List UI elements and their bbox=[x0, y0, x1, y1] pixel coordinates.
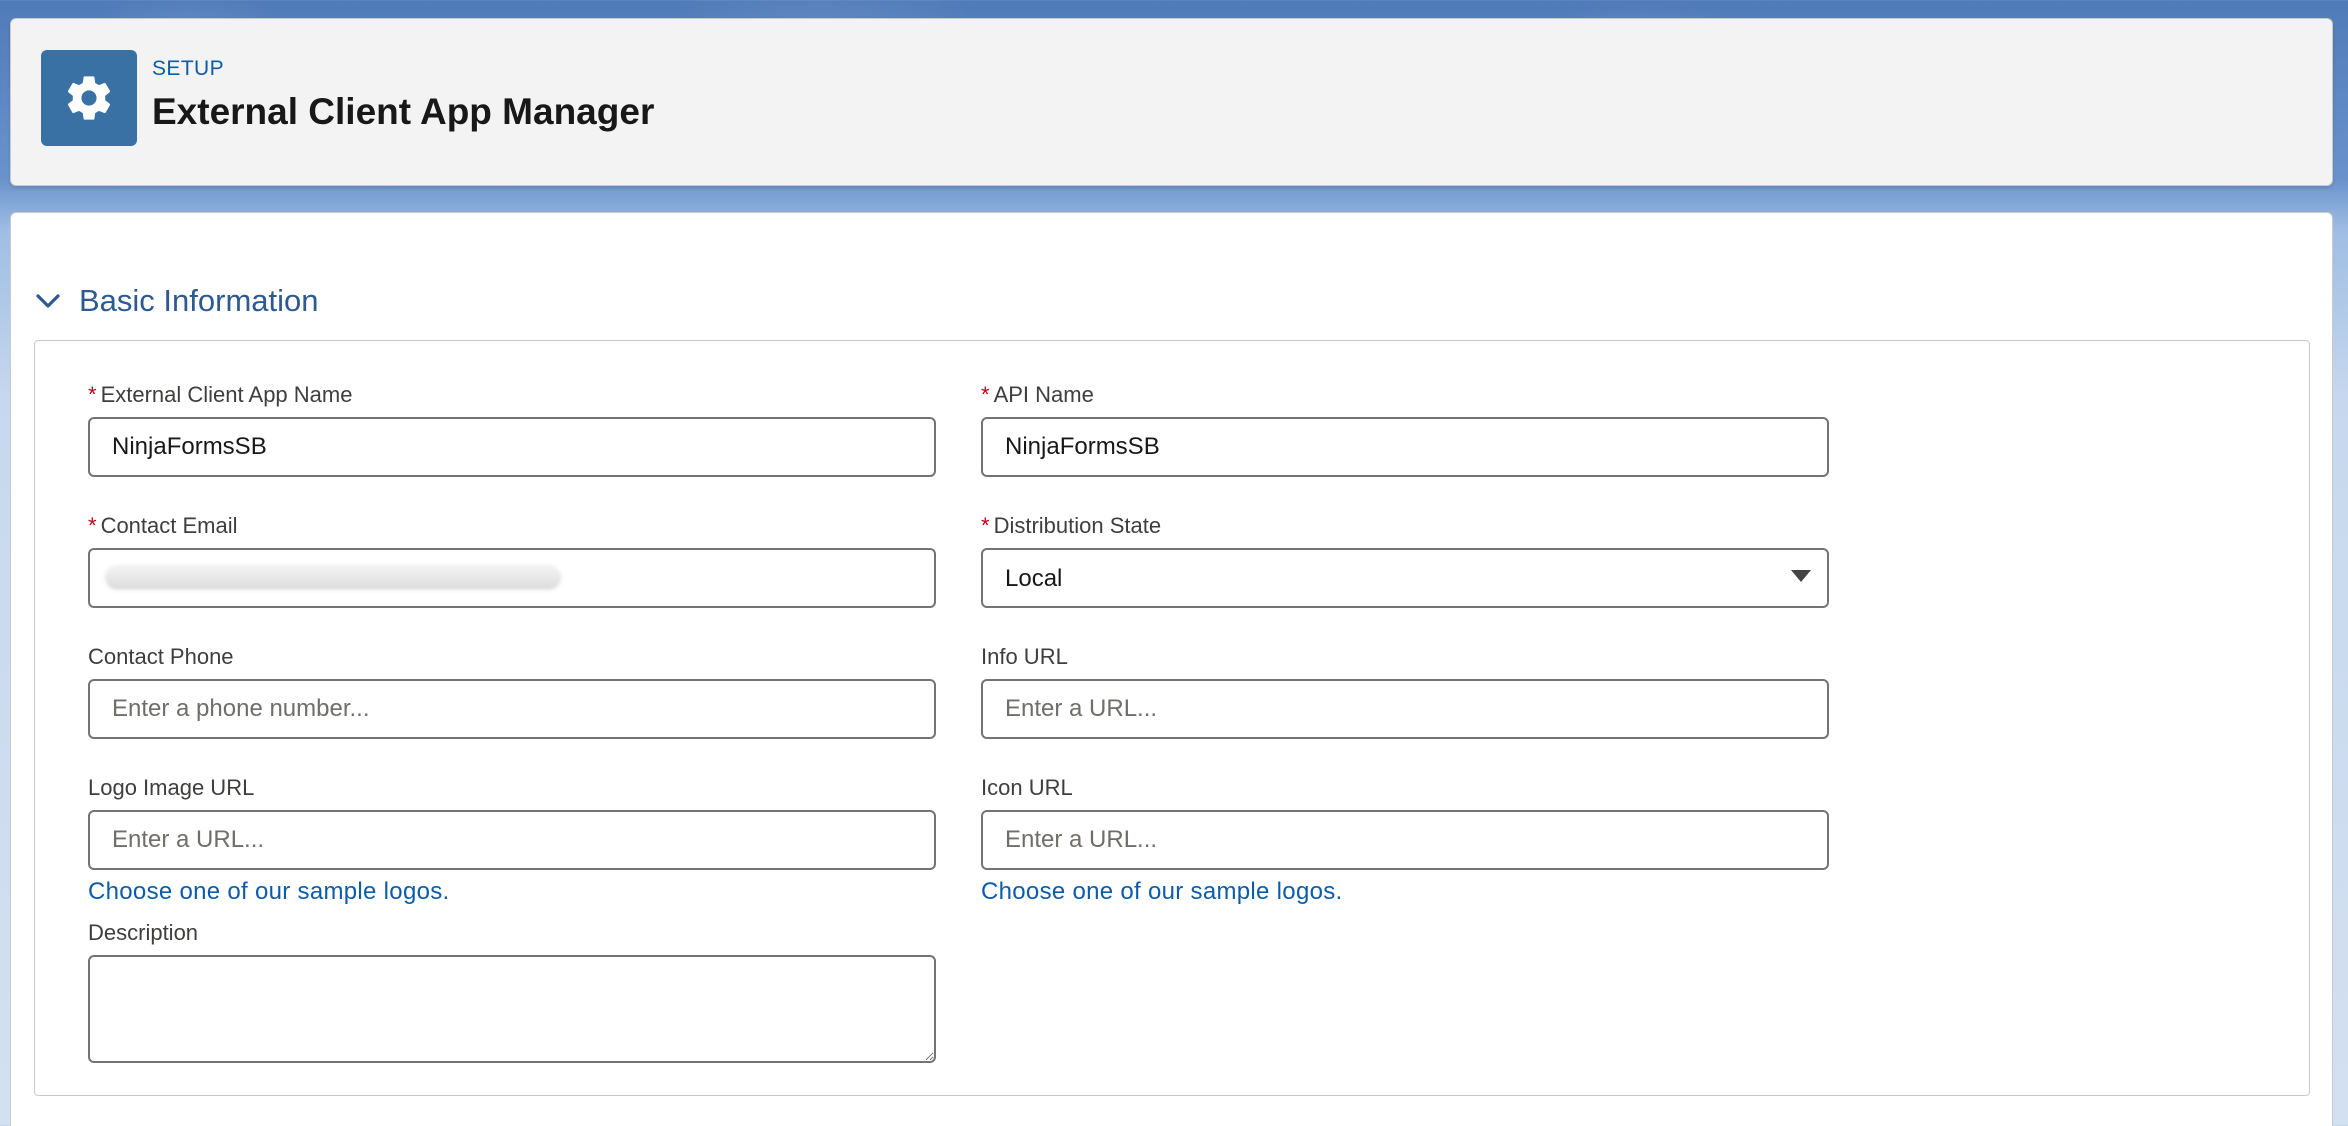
field-contact-phone: Contact Phone bbox=[88, 643, 936, 739]
contact-email-wrap bbox=[88, 548, 936, 608]
icon-url-input[interactable] bbox=[981, 810, 1829, 870]
field-logo-image-url: Logo Image URL Choose one of our sample … bbox=[88, 774, 936, 906]
contact-phone-input[interactable] bbox=[88, 679, 936, 739]
field-info-url: Info URL bbox=[981, 643, 1829, 739]
field-description: Description bbox=[88, 919, 936, 1068]
field-contact-email: * Contact Email bbox=[88, 512, 936, 608]
label-text: Contact Email bbox=[100, 513, 238, 538]
required-marker: * bbox=[88, 513, 97, 538]
page-title: External Client App Manager bbox=[152, 91, 655, 132]
redacted-value bbox=[106, 567, 560, 589]
field-label: * Contact Email bbox=[88, 512, 936, 540]
field-label: Logo Image URL bbox=[88, 775, 255, 800]
field-label: * Distribution State bbox=[981, 512, 1829, 540]
description-textarea[interactable] bbox=[88, 955, 936, 1063]
page-eyebrow: SETUP bbox=[152, 57, 225, 80]
field-distribution-state: * Distribution State Local bbox=[981, 512, 1829, 608]
gear-icon bbox=[41, 50, 137, 146]
api-name-input[interactable] bbox=[981, 417, 1829, 477]
field-api-name: * API Name bbox=[981, 381, 1829, 477]
label-text: Distribution State bbox=[993, 513, 1162, 538]
distribution-state-wrap: Local bbox=[981, 548, 1829, 608]
sample-icons-link[interactable]: Choose one of our sample logos. bbox=[981, 878, 1343, 906]
external-client-app-name-input[interactable] bbox=[88, 417, 936, 477]
label-text: API Name bbox=[993, 382, 1094, 407]
basic-information-form: *External Client App Name *API Name *Con… bbox=[34, 340, 2310, 1096]
section-toggle-basic-information[interactable]: Basic Information bbox=[33, 277, 319, 325]
field-label: * External Client App Name bbox=[88, 381, 936, 409]
field-label: Description bbox=[88, 920, 199, 945]
field-icon-url: Icon URL Choose one of our sample logos. bbox=[981, 774, 1829, 906]
label-text: External Client App Name bbox=[100, 382, 353, 407]
gear-icon-graphic bbox=[67, 76, 111, 120]
field-label: * API Name bbox=[981, 381, 1829, 409]
required-marker: * bbox=[981, 382, 990, 407]
required-marker: * bbox=[88, 382, 97, 407]
sample-logos-link[interactable]: Choose one of our sample logos. bbox=[88, 878, 450, 906]
main-content: Basic Information * External Client App N… bbox=[10, 212, 2333, 1126]
chevron-down-icon bbox=[36, 294, 60, 308]
field-label: Info URL bbox=[981, 644, 1068, 669]
field-external-client-app-name: * External Client App Name bbox=[88, 381, 936, 477]
field-label: Icon URL bbox=[981, 775, 1073, 800]
section-title: Basic Information bbox=[79, 283, 319, 318]
required-marker: * bbox=[981, 513, 990, 538]
field-label: Contact Phone bbox=[88, 644, 234, 669]
distribution-state-select[interactable]: Local bbox=[981, 548, 1829, 608]
info-url-input[interactable] bbox=[981, 679, 1829, 739]
logo-image-url-input[interactable] bbox=[88, 810, 936, 870]
page-header: SETUP External Client App Manager bbox=[10, 18, 2333, 186]
